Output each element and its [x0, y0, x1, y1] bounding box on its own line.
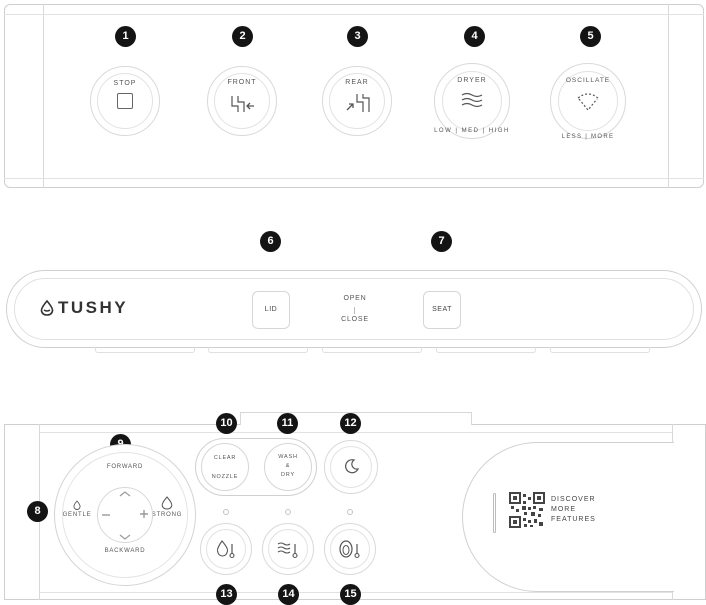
callout-6: 6 — [260, 231, 281, 252]
rear-wash-icon — [346, 94, 370, 112]
moon-icon — [345, 459, 360, 474]
callout-4: 4 — [464, 26, 485, 47]
discover-line-2: MORE — [551, 506, 576, 513]
close-label: CLOSE — [341, 316, 369, 323]
callout-8: 8 — [27, 501, 48, 522]
stop-label: STOP — [113, 80, 137, 87]
dryer-temp-led — [285, 509, 291, 515]
open-label: OPEN — [343, 295, 367, 302]
water-temp-led — [223, 509, 229, 515]
top-panel-left-edge — [4, 4, 44, 188]
callout-5: 5 — [580, 26, 601, 47]
panel-tab — [436, 347, 536, 353]
front-label: FRONT — [227, 79, 257, 86]
wash-label: WASH — [278, 454, 298, 460]
callout-15: 15 — [340, 584, 361, 605]
panel-tab — [322, 347, 422, 353]
qr-code-icon[interactable] — [509, 492, 545, 528]
callout-13: 13 — [216, 584, 237, 605]
tushy-droplet-logo-icon — [40, 299, 54, 316]
front-wash-icon — [231, 96, 254, 112]
clear-nozzle-button[interactable] — [201, 443, 249, 491]
chevron-down-icon[interactable] — [118, 533, 132, 541]
seat-button[interactable]: SEAT — [423, 291, 461, 329]
panel-tab — [550, 347, 650, 353]
callout-10: 10 — [216, 413, 237, 434]
clear-nozzle-label-bottom: NOZZLE — [211, 474, 239, 480]
lid-button[interactable]: LID — [252, 291, 290, 329]
oscillate-label: OSCILLATE — [565, 77, 611, 84]
discover-line-1: DISCOVER — [551, 496, 596, 503]
panel-tab — [208, 347, 308, 353]
dry-label: DRY — [281, 472, 295, 478]
dryer-waves-icon — [461, 92, 483, 108]
qr-slot-indicator — [493, 493, 496, 533]
dryer-label: DRYER — [457, 77, 487, 84]
oscillate-icon — [577, 93, 599, 111]
callout-1: 1 — [115, 26, 136, 47]
top-panel-top-seam — [4, 14, 704, 15]
callout-14: 14 — [278, 584, 299, 605]
callout-3: 3 — [347, 26, 368, 47]
open-close-divider — [354, 307, 355, 314]
discover-line-3: FEATURES — [551, 516, 596, 523]
seat-temperature-icon — [339, 540, 360, 559]
minus-icon[interactable] — [100, 510, 112, 520]
strong-droplet-icon — [161, 496, 173, 510]
top-panel-bottom-seam — [4, 178, 704, 179]
backward-label: BACKWARD — [104, 548, 146, 554]
strong-label: STRONG — [151, 512, 183, 518]
brand-wordmark: TUSHY — [58, 298, 129, 317]
plus-icon[interactable] — [138, 508, 150, 520]
seat-temp-led — [347, 509, 353, 515]
ampersand-label: & — [285, 463, 291, 469]
panel-tab — [95, 347, 195, 353]
callout-2: 2 — [232, 26, 253, 47]
gentle-label: GENTLE — [62, 512, 92, 518]
rear-label: REAR — [345, 79, 369, 86]
dryer-level-label: LOW | MED | HIGH — [434, 128, 510, 134]
stop-square-icon — [117, 93, 133, 109]
water-temperature-icon — [216, 540, 235, 559]
gentle-droplet-icon — [73, 500, 81, 510]
forward-label: FORWARD — [106, 464, 144, 470]
clear-nozzle-label-top: CLEAR — [213, 455, 237, 461]
oscillate-level-label: LESS | MORE — [561, 134, 615, 140]
top-panel-right-edge — [668, 4, 704, 188]
callout-12: 12 — [340, 413, 361, 434]
chevron-up-icon[interactable] — [118, 490, 132, 498]
callout-11: 11 — [277, 413, 298, 434]
dryer-temperature-icon — [277, 542, 298, 559]
bottom-panel-right-edge — [672, 424, 706, 600]
callout-7: 7 — [431, 231, 452, 252]
